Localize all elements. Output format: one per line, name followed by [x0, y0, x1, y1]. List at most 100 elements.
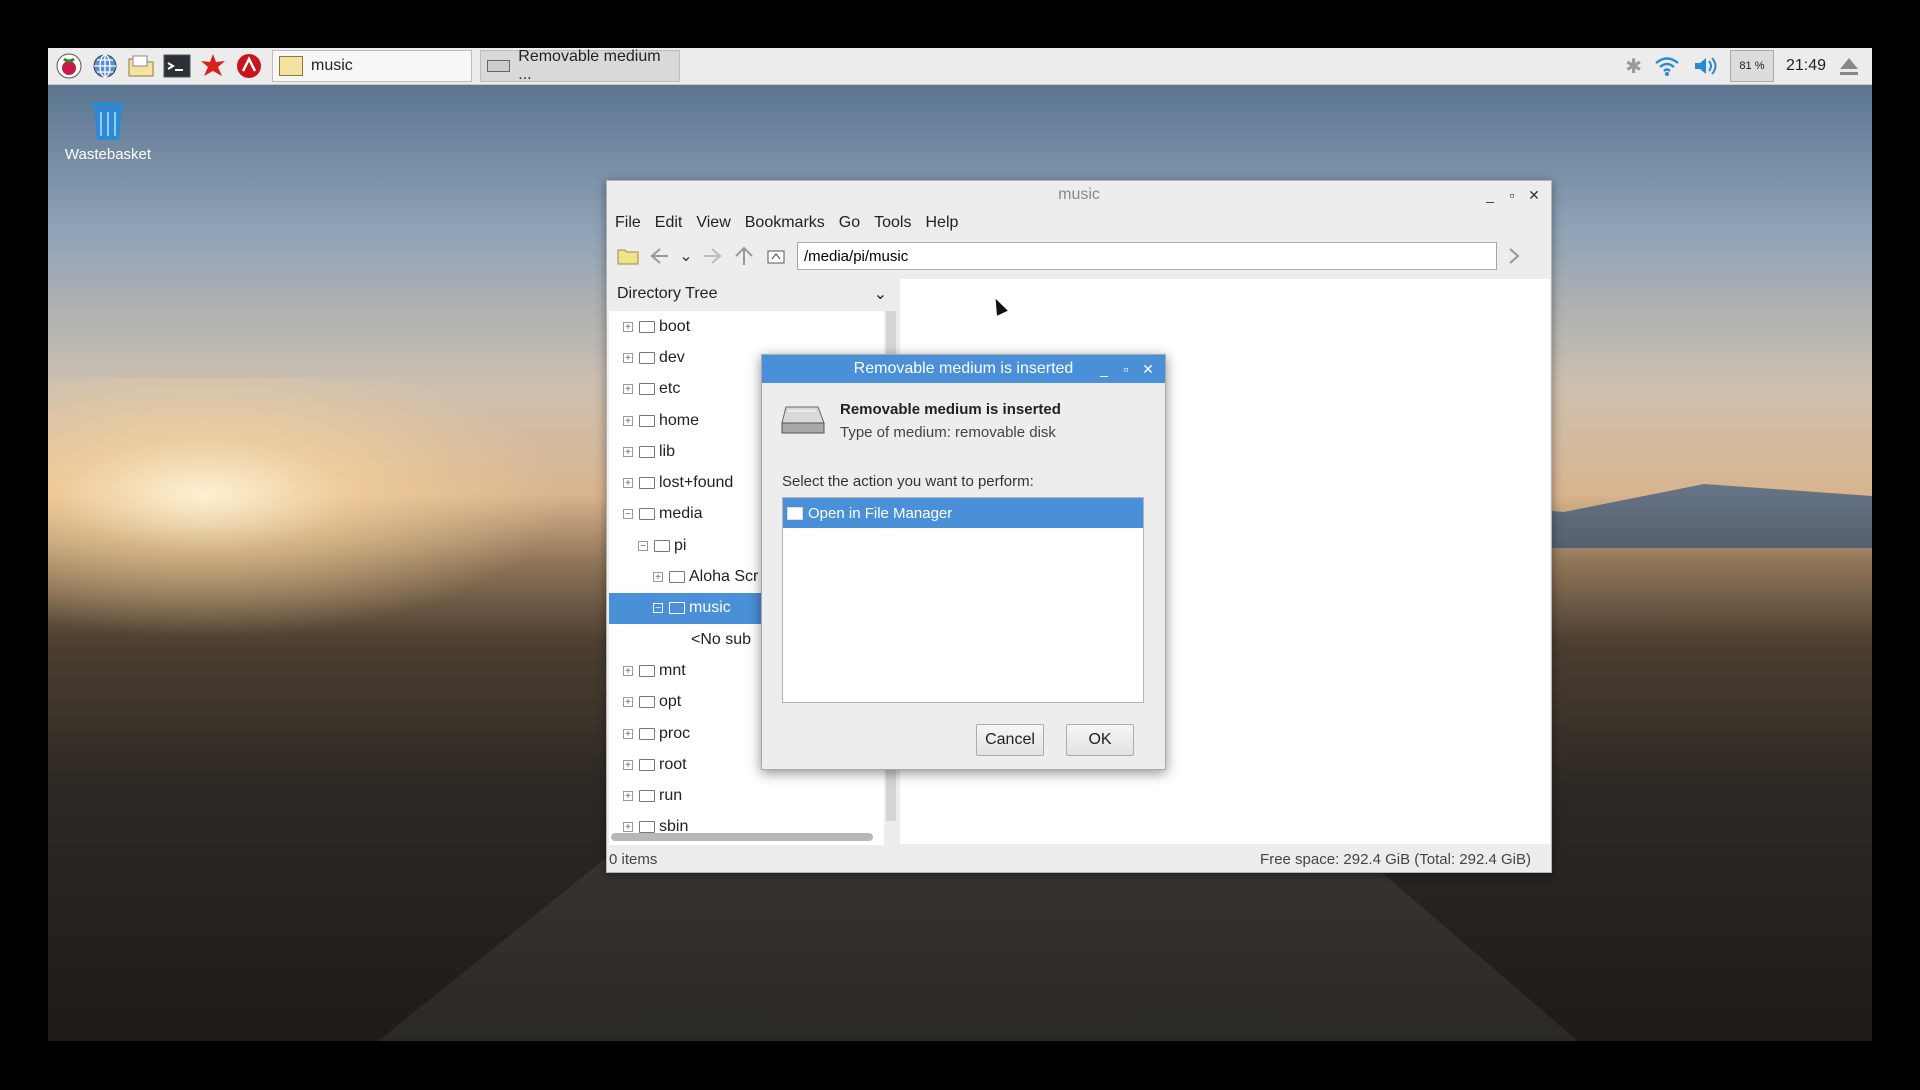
- clock[interactable]: 21:49: [1786, 57, 1826, 75]
- tree-node-label: music: [689, 599, 731, 617]
- expand-icon[interactable]: +: [623, 728, 633, 739]
- folder-icon: [639, 696, 655, 709]
- medium-type: Type of medium: removable disk: [840, 424, 1056, 441]
- expand-icon[interactable]: +: [623, 697, 633, 708]
- wolfram-icon[interactable]: [234, 51, 264, 81]
- taskbar: music Removable medium ... ✱ 81 % 21:49: [48, 48, 1872, 85]
- tree-node-label: proc: [659, 724, 691, 742]
- back-button[interactable]: [647, 243, 673, 269]
- raspberry-menu-icon[interactable]: [54, 51, 84, 81]
- menu-view[interactable]: View: [696, 214, 730, 232]
- chevron-down-icon: ⌄: [873, 286, 887, 303]
- wifi-icon[interactable]: [1654, 55, 1680, 77]
- expand-icon[interactable]: +: [623, 384, 633, 395]
- home-button[interactable]: [763, 243, 789, 269]
- address-bar[interactable]: [797, 242, 1497, 270]
- history-dropdown[interactable]: ⌄: [679, 243, 693, 269]
- tree-node-label: home: [659, 411, 700, 429]
- window-title: music: [1058, 186, 1100, 203]
- action-open-in-file-manager[interactable]: Open in File Manager: [783, 498, 1143, 528]
- tree-node-label: boot: [659, 317, 691, 335]
- menubar: File Edit View Bookmarks Go Tools Help: [607, 209, 1551, 237]
- folder-icon: [639, 383, 655, 396]
- action-label: Open in File Manager: [808, 504, 953, 522]
- up-button[interactable]: [731, 243, 757, 269]
- tree-node[interactable]: + run: [609, 780, 884, 811]
- task-music[interactable]: music: [272, 50, 472, 82]
- menu-tools[interactable]: Tools: [874, 214, 911, 232]
- tree-node-label: pi: [674, 536, 687, 554]
- dialog-maximize-button[interactable]: ▫: [1115, 355, 1137, 383]
- expand-icon[interactable]: +: [623, 822, 633, 833]
- action-list[interactable]: Open in File Manager: [782, 497, 1144, 703]
- expand-icon[interactable]: +: [623, 759, 633, 770]
- folder-icon: [669, 602, 685, 615]
- folder-icon: [639, 664, 655, 677]
- go-icon: [1509, 248, 1520, 264]
- menu-file[interactable]: File: [615, 214, 641, 232]
- expand-icon[interactable]: +: [623, 321, 633, 332]
- expand-icon[interactable]: +: [623, 415, 633, 426]
- dialog-close-button[interactable]: ✕: [1137, 355, 1159, 383]
- menu-help[interactable]: Help: [925, 214, 958, 232]
- maximize-button[interactable]: ▫: [1501, 181, 1523, 209]
- ok-button[interactable]: OK: [1066, 724, 1134, 756]
- directory-tree-label: Directory Tree: [617, 285, 718, 302]
- menu-bookmarks[interactable]: Bookmarks: [745, 214, 825, 232]
- forward-button[interactable]: [699, 243, 725, 269]
- expand-icon[interactable]: +: [623, 352, 633, 363]
- status-bar: 0 items Free space: 292.4 GiB (Total: 29…: [607, 846, 1551, 872]
- folder-open-icon: [787, 506, 803, 520]
- web-browser-icon[interactable]: [90, 51, 120, 81]
- cpu-monitor[interactable]: 81 %: [1729, 50, 1774, 82]
- collapse-icon[interactable]: −: [623, 509, 633, 520]
- tree-node-label: root: [659, 755, 687, 773]
- menu-go[interactable]: Go: [839, 214, 860, 232]
- window-titlebar[interactable]: music _ ▫ ✕: [607, 181, 1551, 209]
- system-tray: ✱ 81 % 21:49: [1625, 48, 1872, 84]
- go-button[interactable]: [1501, 243, 1527, 269]
- tree-node[interactable]: + boot: [609, 311, 884, 342]
- trash-icon: [92, 102, 124, 140]
- expand-icon[interactable]: +: [653, 572, 663, 583]
- dialog-header: Removable medium is inserted Type of med…: [780, 401, 1061, 441]
- tree-node-label: etc: [659, 380, 681, 398]
- tree-node-label: lost+found: [659, 474, 734, 492]
- folder-icon: [639, 821, 655, 834]
- file-manager-icon[interactable]: [126, 51, 156, 81]
- tree-node-label: opt: [659, 693, 682, 711]
- collapse-icon[interactable]: −: [638, 540, 648, 551]
- home-icon: [767, 250, 785, 264]
- menu-edit[interactable]: Edit: [655, 214, 683, 232]
- mathematica-icon[interactable]: [198, 51, 228, 81]
- collapse-icon[interactable]: −: [653, 603, 663, 614]
- folder-icon: [639, 414, 655, 427]
- tree-horizontal-scrollbar[interactable]: [611, 833, 873, 841]
- eject-icon[interactable]: [1838, 55, 1860, 77]
- dialog-minimize-button[interactable]: _: [1093, 355, 1115, 383]
- cancel-button[interactable]: Cancel: [976, 724, 1044, 756]
- terminal-icon[interactable]: [162, 51, 192, 81]
- folder-icon: [639, 790, 655, 803]
- task-removable-medium[interactable]: Removable medium ...: [480, 48, 680, 83]
- expand-icon[interactable]: +: [623, 478, 633, 489]
- new-tab-button[interactable]: [615, 243, 641, 269]
- expand-icon[interactable]: +: [623, 446, 633, 457]
- close-button[interactable]: ✕: [1523, 181, 1545, 209]
- expand-icon[interactable]: +: [623, 665, 633, 676]
- directory-tree-selector[interactable]: Directory Tree ⌄: [609, 279, 895, 309]
- expand-icon[interactable]: +: [623, 791, 633, 802]
- desktop: music Removable medium ... ✱ 81 % 21:49 …: [48, 48, 1872, 1041]
- dialog-title: Removable medium is inserted: [853, 360, 1074, 377]
- wastebasket[interactable]: Wastebasket: [58, 98, 158, 163]
- volume-icon[interactable]: [1692, 55, 1718, 77]
- dialog-heading: Removable medium is inserted: [840, 401, 1061, 418]
- bluetooth-icon[interactable]: ✱: [1625, 54, 1642, 79]
- minimize-button[interactable]: _: [1479, 181, 1501, 209]
- folder-icon: [639, 727, 655, 740]
- dialog-titlebar[interactable]: Removable medium is inserted _ ▫ ✕: [762, 355, 1165, 383]
- tree-node-label: Aloha Scr: [689, 568, 759, 586]
- up-arrow-icon: [735, 246, 753, 265]
- folder-icon: [639, 508, 655, 521]
- tree-node-label: run: [659, 787, 683, 805]
